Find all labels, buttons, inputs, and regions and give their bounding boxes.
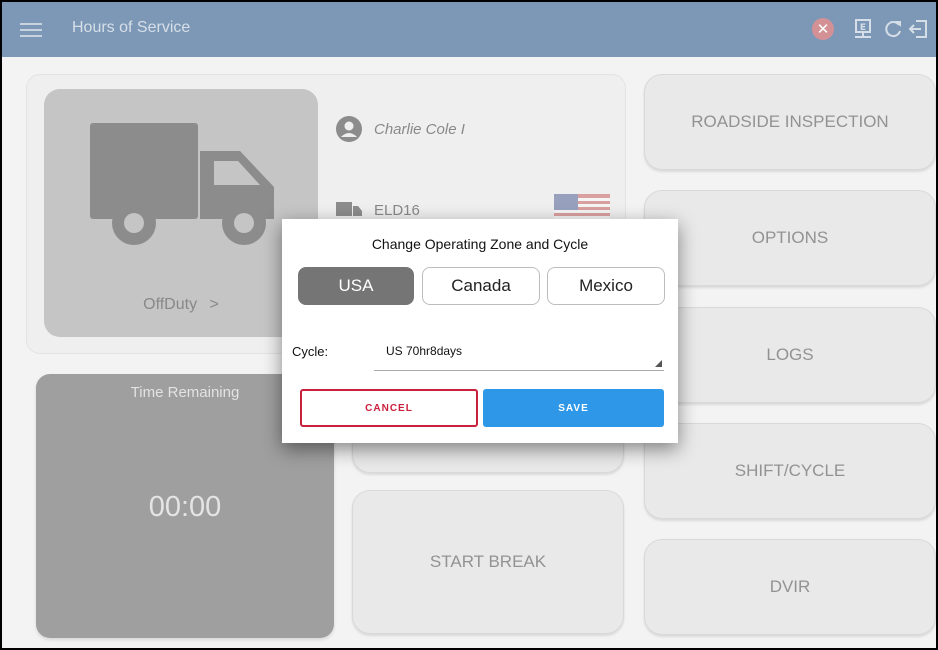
cycle-label: Cycle: [292,344,329,359]
zone-canada-button[interactable]: Canada [422,267,540,305]
zone-mexico-button[interactable]: Mexico [547,267,665,305]
zone-usa-button[interactable]: USA [298,267,414,305]
cycle-select[interactable]: US 70hr8days [374,338,664,371]
save-button[interactable]: SAVE [483,389,664,427]
cancel-button[interactable]: CANCEL [300,389,478,427]
app-window: Hours of Service ✕ E OffDuty > Charlie C… [0,0,938,650]
dialog-title: Change Operating Zone and Cycle [371,236,589,252]
dropdown-arrow-icon [655,360,662,367]
cycle-value: US 70hr8days [386,344,463,358]
operating-zone-dialog: Change Operating Zone and Cycle USA Cana… [282,219,678,443]
